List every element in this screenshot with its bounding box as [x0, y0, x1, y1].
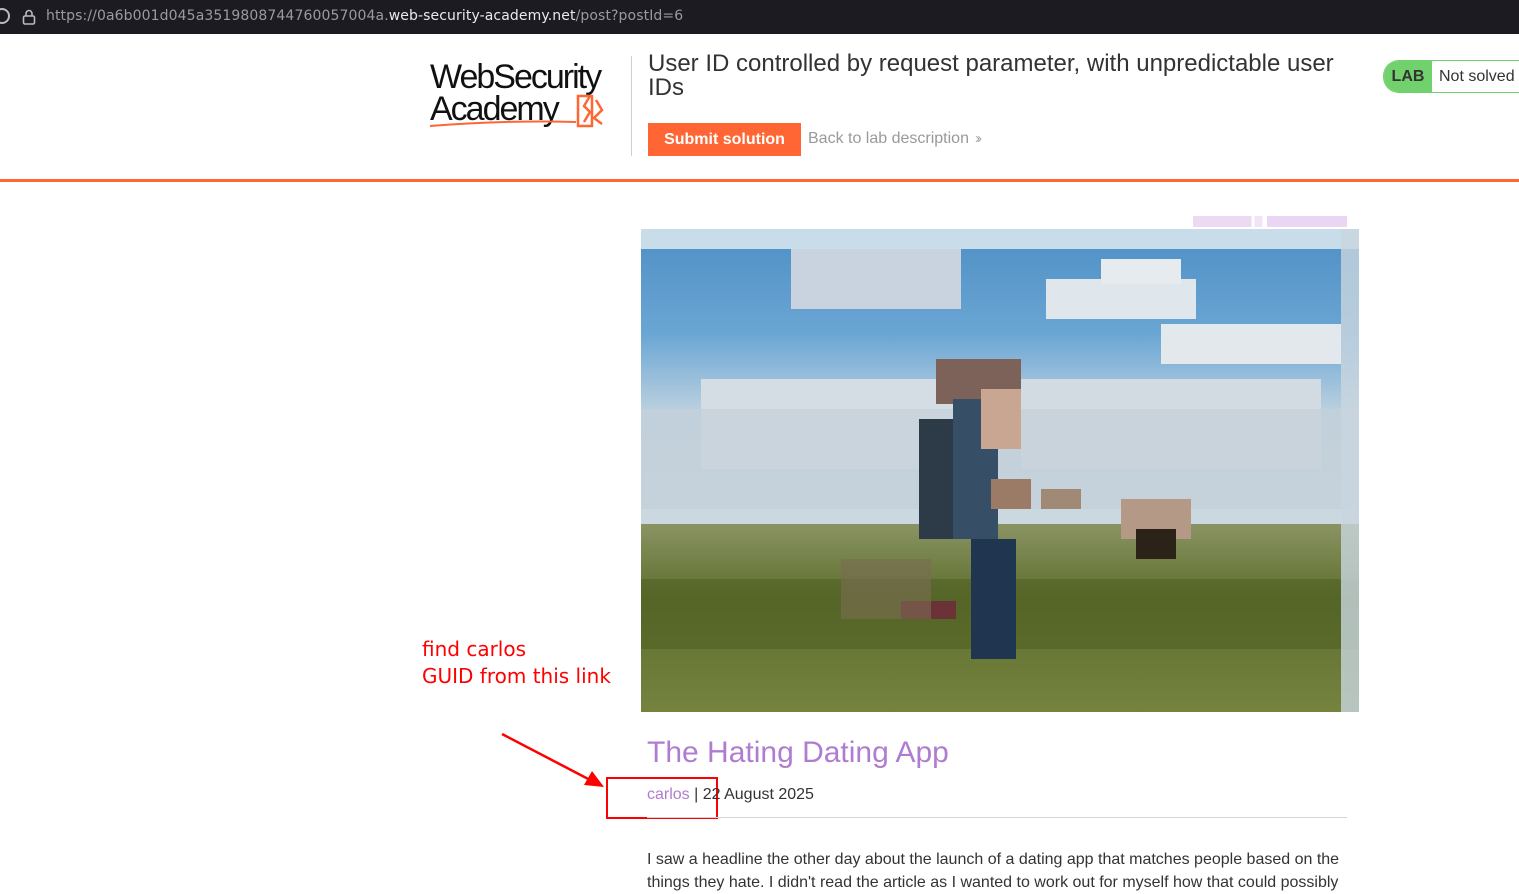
lock-icon[interactable]: [22, 9, 36, 25]
post-title: The Hating Dating App: [647, 736, 949, 769]
lab-title: User ID controlled by request parameter,…: [648, 50, 1334, 101]
browser-url-bar[interactable]: https://0a6b001d045a3519808744760057004a…: [0, 0, 1519, 34]
post-image: [641, 229, 1359, 712]
back-to-lab-description-link[interactable]: Back to lab description ››: [808, 130, 982, 148]
annotation-line-1: find carlos: [422, 637, 527, 661]
lab-status-tag: LAB: [1384, 61, 1432, 92]
logo-divider: [631, 56, 632, 156]
web-security-academy-logo[interactable]: WebSecurity Academy: [428, 56, 628, 130]
post-date: 22 August 2025: [702, 786, 814, 803]
reload-icon[interactable]: [0, 8, 10, 24]
post-meta: carlos | 22 August 2025: [647, 786, 814, 804]
meta-separator: |: [689, 786, 703, 803]
meta-divider: [647, 817, 1347, 818]
annotation-note: find carlos GUID from this link: [422, 636, 611, 690]
header-divider: [0, 179, 1519, 182]
submit-solution-button[interactable]: Submit solution: [648, 123, 801, 156]
lab-status-text: Not solved: [1432, 61, 1515, 92]
author-link[interactable]: carlos: [647, 786, 690, 803]
url-text[interactable]: https://0a6b001d045a3519808744760057004a…: [46, 8, 683, 24]
back-link-label: Back to lab description: [808, 130, 969, 147]
annotation-arrow-icon: [501, 732, 604, 787]
post-body: I saw a headline the other day about the…: [647, 851, 1340, 891]
lab-status-badge: LAB Not solved: [1383, 60, 1519, 93]
blurred-text: [1193, 216, 1347, 227]
double-chevron-right-icon: ››: [974, 130, 982, 147]
annotation-line-2: GUID from this link: [422, 664, 611, 688]
